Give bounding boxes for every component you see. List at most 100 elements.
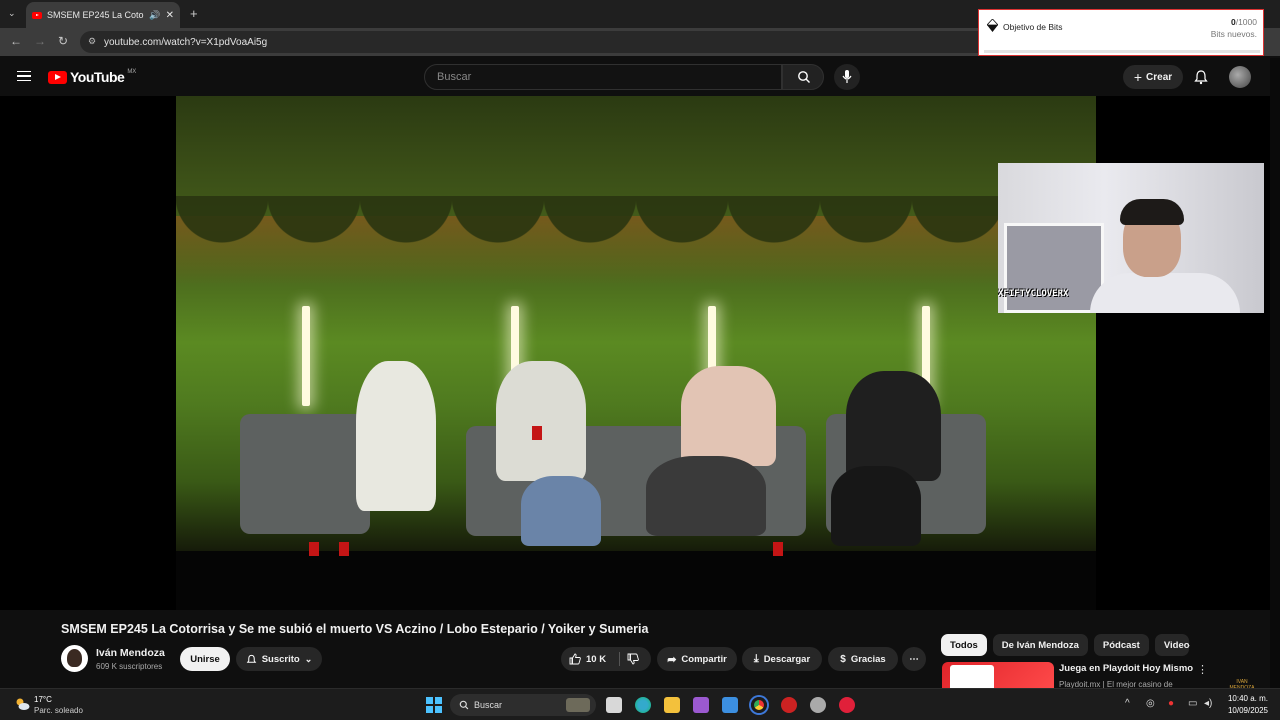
- chrome-browser-icon[interactable]: [751, 697, 767, 713]
- speaker-icon[interactable]: 🔊: [149, 10, 160, 21]
- youtube-play-icon: [48, 70, 67, 84]
- podcast-host: [356, 361, 436, 511]
- forward-arrow-icon[interactable]: →: [34, 34, 46, 48]
- opera-browser-icon[interactable]: [839, 697, 855, 713]
- sofa: [240, 414, 370, 534]
- search-button[interactable]: [782, 64, 824, 90]
- bits-goal-count: 0/1000: [1231, 17, 1257, 27]
- podcast-guest-jeans: [521, 476, 601, 546]
- edge-browser-icon[interactable]: [635, 697, 651, 713]
- podcast-guest: [496, 361, 586, 481]
- subscribed-button[interactable]: Suscrito ⌄: [236, 647, 322, 671]
- chevron-down-icon: ⌄: [304, 653, 313, 664]
- taskbar-search-label: Buscar: [474, 700, 503, 710]
- taskbar-search[interactable]: Buscar: [450, 694, 596, 716]
- like-divider: [619, 652, 620, 666]
- volume-icon[interactable]: ◂): [1204, 698, 1212, 709]
- download-button[interactable]: ⤓ Descargar: [742, 647, 822, 671]
- recommendation-title[interactable]: Juega en Playdoit Hoy Mismo: [1059, 663, 1193, 674]
- network-icon[interactable]: ▭: [1188, 698, 1197, 709]
- account-avatar[interactable]: [1229, 66, 1251, 88]
- stage-light: [302, 306, 310, 406]
- reload-icon[interactable]: ↻: [58, 34, 68, 48]
- file-explorer-icon[interactable]: [664, 697, 680, 713]
- bits-gem-icon: [987, 19, 998, 32]
- bits-goal-title: Objetivo de Bits: [1003, 22, 1063, 32]
- bits-goal-total: /1000: [1235, 17, 1257, 27]
- channel-avatar[interactable]: [61, 645, 88, 672]
- chip-from-channel[interactable]: De Iván Mendoza: [992, 634, 1088, 656]
- subscribed-label: Suscrito: [261, 653, 300, 665]
- channel-name[interactable]: Iván Mendoza: [96, 647, 165, 659]
- search-input[interactable]: Buscar: [424, 64, 782, 90]
- red-cup: [339, 542, 349, 556]
- weather-description[interactable]: Parc. soleado: [34, 706, 83, 715]
- thanks-button[interactable]: $ Gracias: [828, 647, 898, 671]
- youtube-logo[interactable]: YouTube MX: [48, 69, 136, 85]
- browser-tab[interactable]: SMSEM EP245 La Cotorrisa 🔊 ✕: [26, 2, 180, 28]
- app-icon[interactable]: [810, 697, 826, 713]
- task-view-icon[interactable]: [606, 697, 622, 713]
- page-scrollbar[interactable]: [1270, 58, 1280, 688]
- chevron-right-icon[interactable]: ›: [1186, 638, 1190, 652]
- chip-podcast[interactable]: Pódcast: [1093, 634, 1149, 656]
- thanks-label: Gracias: [850, 653, 886, 665]
- windows-taskbar: 17°C Parc. soleado Buscar ^ ◎ ● ▭ ◂) 10:…: [0, 688, 1280, 720]
- join-button[interactable]: Unirse: [180, 647, 230, 671]
- microphone-icon: [842, 70, 852, 83]
- notifications-bell-icon[interactable]: [1193, 69, 1209, 85]
- streamer-hair: [1120, 199, 1184, 225]
- bits-goal-widget: Objetivo de Bits 0/1000 Bits nuevos.: [978, 9, 1264, 56]
- podcast-guest-pants: [831, 466, 921, 546]
- recommendation-menu-icon[interactable]: ⋮: [1197, 663, 1208, 676]
- weather-temperature[interactable]: 17°C: [34, 695, 52, 704]
- youtube-header: YouTube MX Buscar + Crear: [0, 58, 1270, 96]
- site-settings-icon[interactable]: ⚙: [88, 36, 96, 47]
- like-button[interactable]: 10 K: [569, 653, 606, 665]
- new-tab-icon[interactable]: +: [190, 6, 198, 21]
- bits-progress-bar: [984, 50, 1260, 53]
- menu-icon[interactable]: [17, 71, 31, 81]
- subscriber-count: 609 K suscriptores: [96, 662, 163, 671]
- search-highlight-icon: [566, 698, 590, 712]
- create-button[interactable]: + Crear: [1123, 65, 1183, 89]
- video-frame[interactable]: [176, 96, 1096, 610]
- podcast-guest-pants: [646, 456, 766, 536]
- chip-all[interactable]: Todos: [941, 634, 987, 656]
- webcam-username-tag: XFIFTYCLOVERX: [998, 289, 1069, 299]
- voice-search-button[interactable]: [834, 64, 860, 90]
- podcast-guest: [846, 371, 941, 481]
- tab-title: SMSEM EP245 La Cotorrisa: [47, 10, 144, 20]
- address-bar[interactable]: ⚙ youtube.com/watch?v=X1pdVoaAi5g: [80, 31, 1080, 53]
- show-hidden-icons-icon[interactable]: ^: [1125, 698, 1130, 709]
- bell-icon: [246, 654, 257, 663]
- windows-start-icon[interactable]: [426, 697, 442, 713]
- app-icon[interactable]: [781, 697, 797, 713]
- download-icon: ⤓: [753, 652, 759, 665]
- url-text: youtube.com/watch?v=X1pdVoaAi5g: [104, 36, 268, 48]
- more-actions-icon[interactable]: ⋯: [902, 647, 926, 671]
- chip-videos[interactable]: Videos: [1154, 634, 1189, 656]
- app-icon[interactable]: [693, 697, 709, 713]
- clock-date[interactable]: 10/09/2025: [1228, 706, 1268, 715]
- microphone-icon[interactable]: ●: [1168, 698, 1174, 709]
- share-label: Compartir: [681, 653, 727, 665]
- thumbs-down-icon[interactable]: [627, 653, 639, 665]
- like-dislike-group: 10 K: [561, 647, 651, 671]
- red-cup: [532, 426, 542, 440]
- thanks-icon: $: [840, 653, 846, 665]
- share-button[interactable]: ➦ Compartir: [657, 647, 737, 671]
- tray-app-icon[interactable]: ◎: [1146, 698, 1155, 709]
- plus-icon: +: [1133, 69, 1143, 85]
- partly-sunny-icon[interactable]: [14, 697, 30, 711]
- close-tab-icon[interactable]: ✕: [166, 10, 174, 21]
- back-arrow-icon[interactable]: ←: [10, 34, 22, 48]
- clock-time[interactable]: 10:40 a. m.: [1228, 694, 1268, 703]
- stage-curtain: [176, 196, 1096, 266]
- red-cup: [309, 542, 319, 556]
- download-label: Descargar: [763, 653, 811, 665]
- streamer-webcam: XFIFTYCLOVERX: [998, 163, 1264, 313]
- bits-goal-subtitle: Bits nuevos.: [1210, 29, 1257, 39]
- app-icon[interactable]: [722, 697, 738, 713]
- tab-list-chevron-icon[interactable]: ⌄: [8, 8, 16, 19]
